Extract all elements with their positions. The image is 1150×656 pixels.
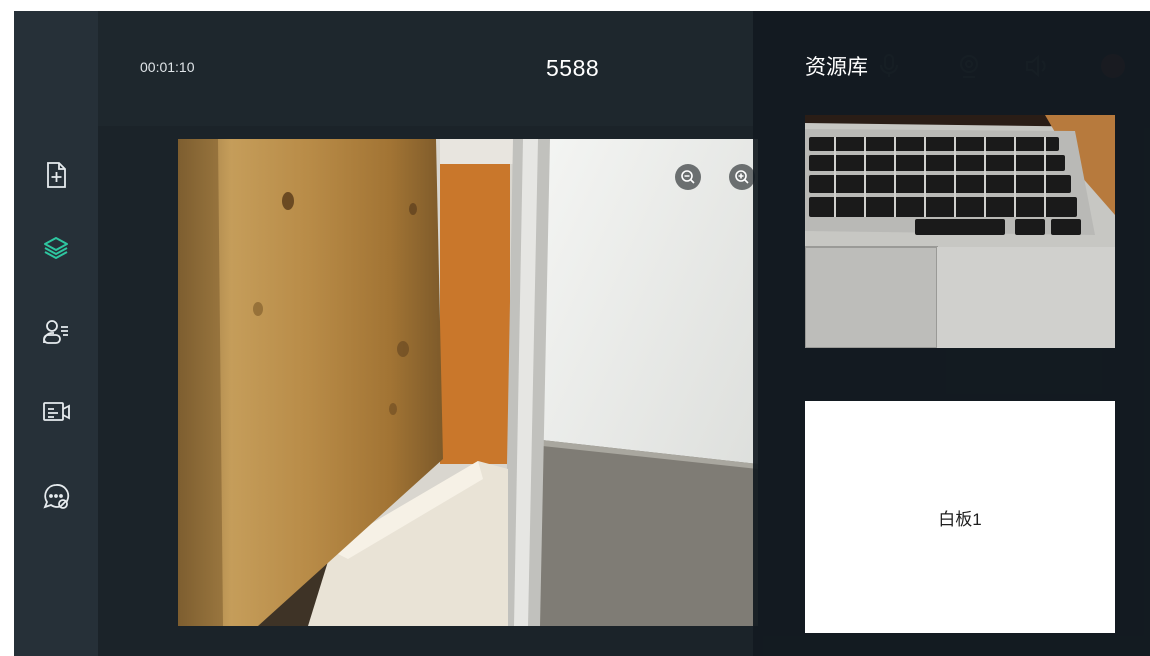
sidebar-item-resource-library[interactable] xyxy=(36,228,76,268)
video-list-icon xyxy=(43,402,70,421)
file-plus-icon xyxy=(47,162,66,188)
zoom-out-icon xyxy=(681,170,695,184)
user-list-icon xyxy=(43,320,68,344)
laptop-snapshot-image xyxy=(805,115,1115,348)
chat-mute-icon xyxy=(43,484,70,509)
room-id: 5588 xyxy=(546,55,600,81)
resource-library-panel: 资源库 白板1 xyxy=(753,11,1150,656)
whiteboard-label: 白板1 xyxy=(938,509,982,529)
panel-title: 资源库 xyxy=(805,56,868,79)
zoom-in-button[interactable] xyxy=(729,164,755,190)
resource-item-whiteboard[interactable]: 白板1 xyxy=(805,401,1115,633)
resource-item-camera-snapshot[interactable] xyxy=(805,115,1115,348)
call-timer: 00:01:10 xyxy=(140,59,195,75)
layers-icon xyxy=(44,237,68,259)
camera-frame xyxy=(178,139,758,626)
sidebar xyxy=(14,11,98,656)
sidebar-item-chat-mute[interactable] xyxy=(36,476,76,516)
app-window: 00:01:10 5588 资源库 白板1 xyxy=(14,11,1150,656)
zoom-in-icon xyxy=(735,170,749,184)
sidebar-item-member-list[interactable] xyxy=(36,312,76,352)
sidebar-item-video-list[interactable] xyxy=(36,391,76,431)
sidebar-item-add-document[interactable] xyxy=(36,155,76,195)
video-feed[interactable] xyxy=(178,139,758,626)
zoom-out-button[interactable] xyxy=(675,164,701,190)
